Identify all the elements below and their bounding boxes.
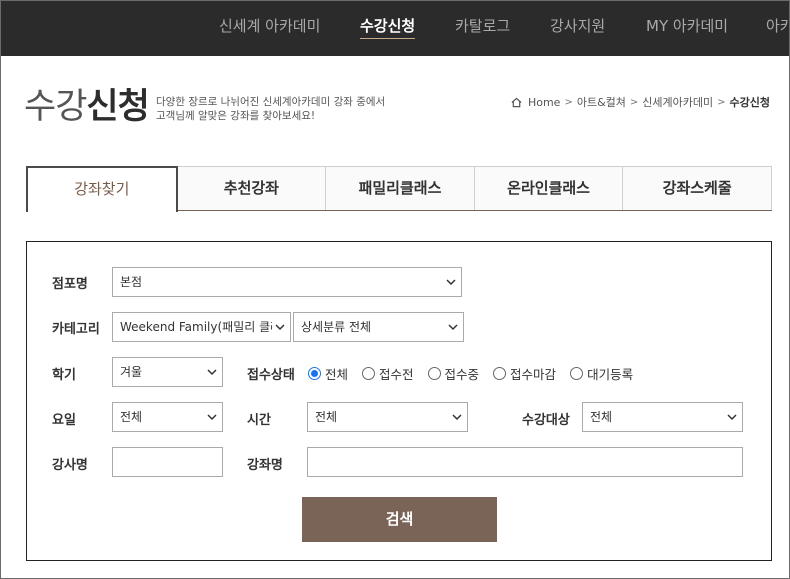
category-label: 카테고리 [52, 322, 100, 337]
nav-item-shinsegae-academy[interactable]: 신세계 아카데미 [219, 0, 320, 56]
tab-online-class[interactable]: 온라인클래스 [473, 166, 623, 210]
chevron-down-icon [448, 324, 458, 331]
time-label: 시간 [247, 413, 271, 428]
tab-family-class[interactable]: 패밀리클래스 [325, 166, 474, 210]
status-option-open: 접수중 [444, 367, 480, 382]
chevron-down-icon [207, 414, 217, 421]
page-title-thin: 수강 [24, 87, 87, 127]
status-radio-open[interactable]: 접수중 [427, 364, 480, 383]
search-button[interactable]: 검색 [302, 497, 497, 542]
breadcrumb: Home > 아트&컬쳐 > 신세계아카데미 > 수강신청 [511, 94, 770, 110]
subcategory-select-value: 상세분류 전체 [301, 320, 372, 334]
page-description-line1: 다양한 장르로 나뉘어진 신세계아카데미 강좌 중에서 [156, 96, 386, 108]
nav-item-instructor-apply[interactable]: 강사지원 [550, 0, 605, 56]
store-label: 점포명 [52, 277, 88, 292]
chevron-down-icon [446, 279, 456, 286]
status-label: 접수상태 [247, 368, 295, 383]
subcategory-select[interactable]: 상세분류 전체 [293, 312, 464, 342]
status-radio-closed[interactable]: 접수마감 [493, 364, 556, 383]
day-label: 요일 [52, 413, 76, 428]
instructor-label: 강사명 [52, 458, 88, 473]
tab-bar: 강좌찾기 추천강좌 패밀리클래스 온라인클래스 강좌스케줄 [26, 166, 772, 212]
page-description: 다양한 장르로 나뉘어진 신세계아카데미 강좌 중에서 고객님께 알맞은 강좌를… [156, 95, 385, 123]
breadcrumb-art-culture[interactable]: 아트&컬쳐 [577, 94, 626, 110]
status-radio-before[interactable]: 접수전 [362, 364, 414, 383]
store-select-value: 본점 [120, 275, 143, 289]
status-option-waitlist: 대기등록 [587, 367, 634, 382]
status-radio-all[interactable]: 전체 [308, 364, 348, 383]
instructor-input[interactable] [112, 447, 223, 477]
course-input[interactable] [307, 447, 743, 477]
page-description-line2: 고객님께 알맞은 강좌를 찾아보세요! [156, 110, 316, 122]
chevron-right-icon: > [717, 96, 726, 108]
nav-item-enrollment[interactable]: 수강신청 [360, 0, 416, 56]
target-label: 수강대상 [522, 413, 570, 428]
course-label: 강좌명 [247, 458, 283, 473]
tab-schedule[interactable]: 강좌스케줄 [622, 166, 772, 210]
target-select-value: 전체 [590, 410, 613, 424]
nav-item-academy-cut[interactable]: 아카 [766, 0, 790, 56]
radio-icon [570, 367, 584, 380]
store-select[interactable]: 본점 [112, 267, 462, 297]
breadcrumb-current: 수강신청 [729, 96, 770, 109]
radio-selected-icon [308, 367, 321, 380]
chevron-down-icon [727, 414, 737, 421]
nav-item-my-academy[interactable]: MY 아카데미 [646, 0, 728, 56]
tab-recommended[interactable]: 추천강좌 [177, 166, 326, 210]
chevron-right-icon: > [564, 96, 573, 108]
term-select[interactable]: 겨울 [112, 357, 223, 387]
chevron-down-icon [207, 369, 217, 376]
radio-icon [427, 367, 441, 380]
home-icon [511, 97, 522, 107]
radio-icon [493, 367, 507, 380]
radio-icon [362, 367, 376, 380]
page-title: 수강신청 [24, 86, 150, 128]
status-option-all: 전체 [325, 367, 349, 382]
day-select[interactable]: 전체 [112, 402, 223, 432]
chevron-down-icon [452, 414, 462, 421]
time-select-value: 전체 [315, 410, 338, 424]
nav-item-catalog[interactable]: 카탈로그 [455, 0, 510, 56]
top-nav: 신세계 아카데미 수강신청 카탈로그 강사지원 MY 아카데미 아카 [0, 0, 790, 56]
term-select-value: 겨울 [120, 365, 143, 379]
chevron-down-icon [275, 324, 285, 331]
category-select[interactable]: Weekend Family(패밀리 클래 [112, 312, 291, 342]
day-select-value: 전체 [120, 410, 143, 424]
status-radio-group: 전체 접수전 접수중 접수마감 대기등록 [308, 364, 647, 383]
search-form: 점포명 본점 카테고리 Weekend Family(패밀리 클래 상세분류 전… [26, 241, 772, 561]
chevron-right-icon: > [629, 96, 639, 108]
category-select-value: Weekend Family(패밀리 클래 [120, 320, 272, 334]
breadcrumb-academy[interactable]: 신세계아카데미 [642, 94, 713, 110]
status-option-before: 접수전 [379, 367, 414, 382]
page-title-bold: 신청 [86, 87, 149, 127]
target-select[interactable]: 전체 [582, 402, 743, 432]
breadcrumb-home[interactable]: Home [528, 96, 560, 109]
status-radio-waitlist[interactable]: 대기등록 [570, 364, 633, 383]
time-select[interactable]: 전체 [307, 402, 468, 432]
status-option-closed: 접수마감 [510, 367, 557, 382]
tab-course-search[interactable]: 강좌찾기 [26, 166, 178, 212]
term-label: 학기 [52, 368, 76, 383]
